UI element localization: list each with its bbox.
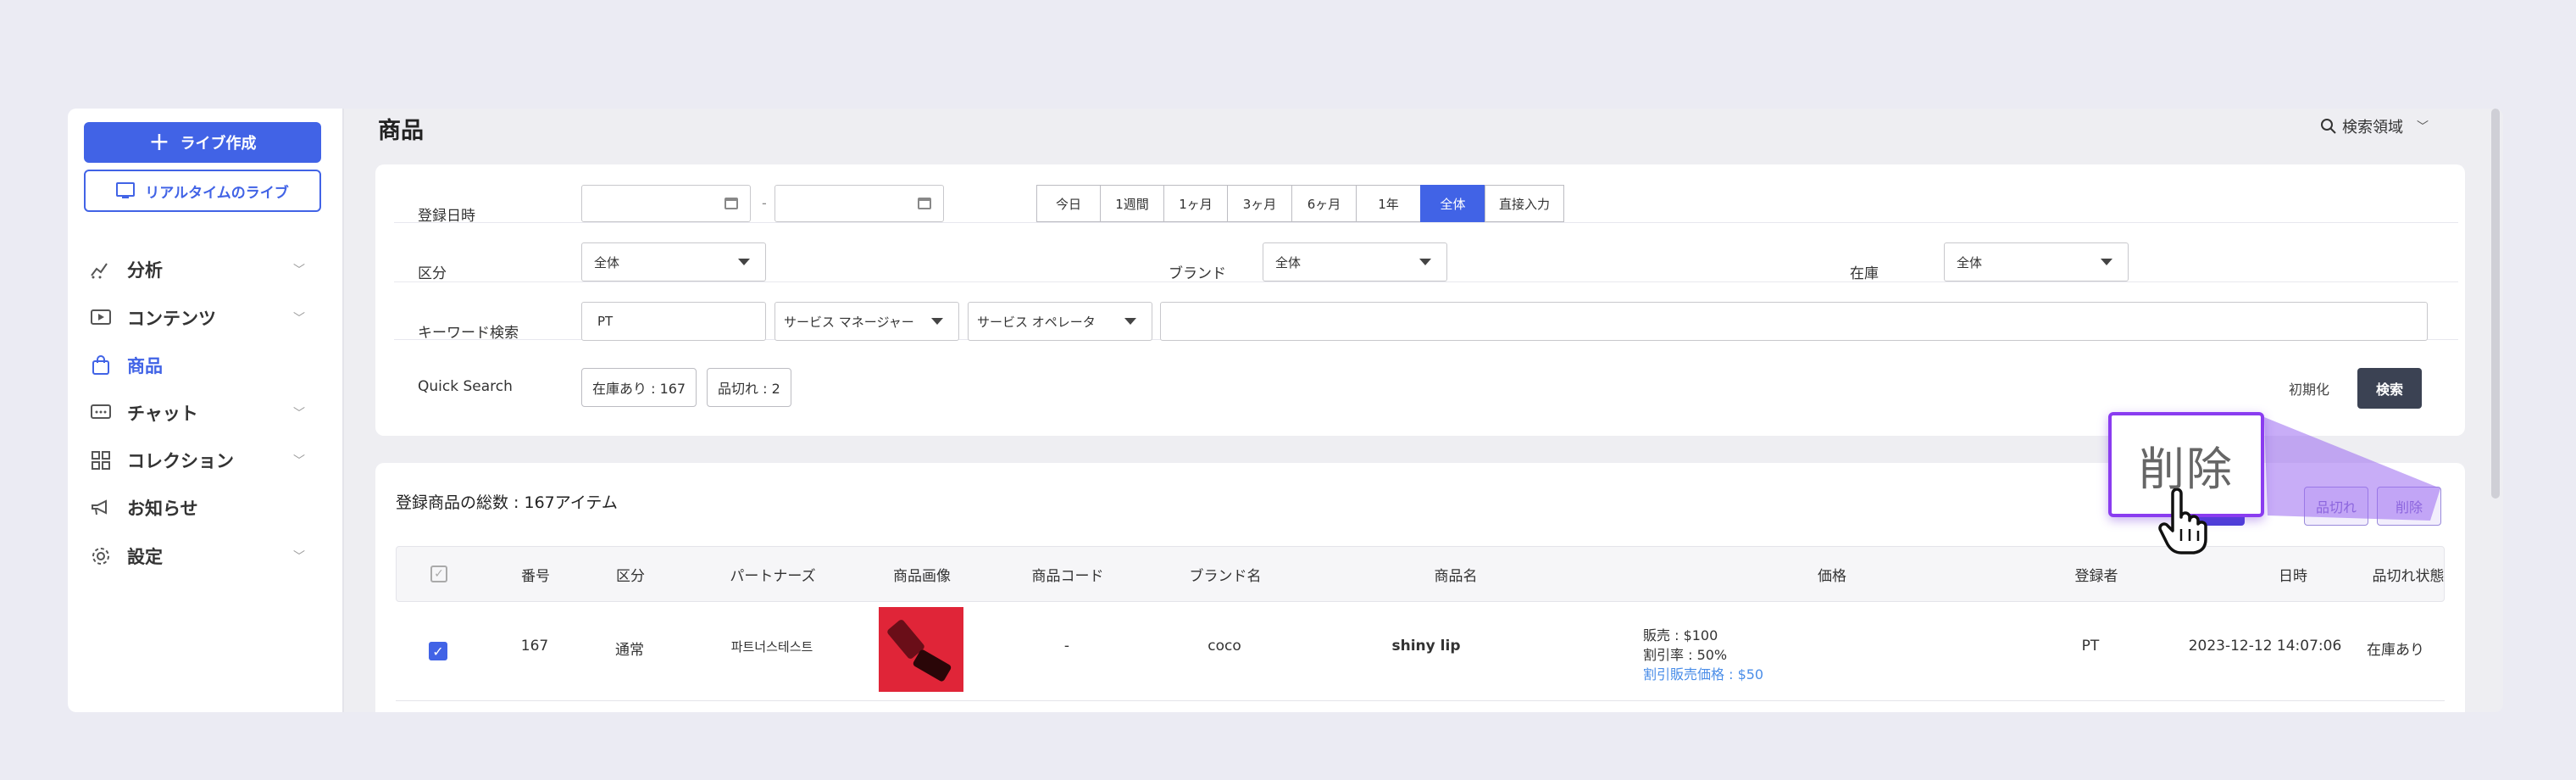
- hand-cursor-icon: [2158, 488, 2207, 554]
- zoom-callout-beam: [2264, 417, 2440, 521]
